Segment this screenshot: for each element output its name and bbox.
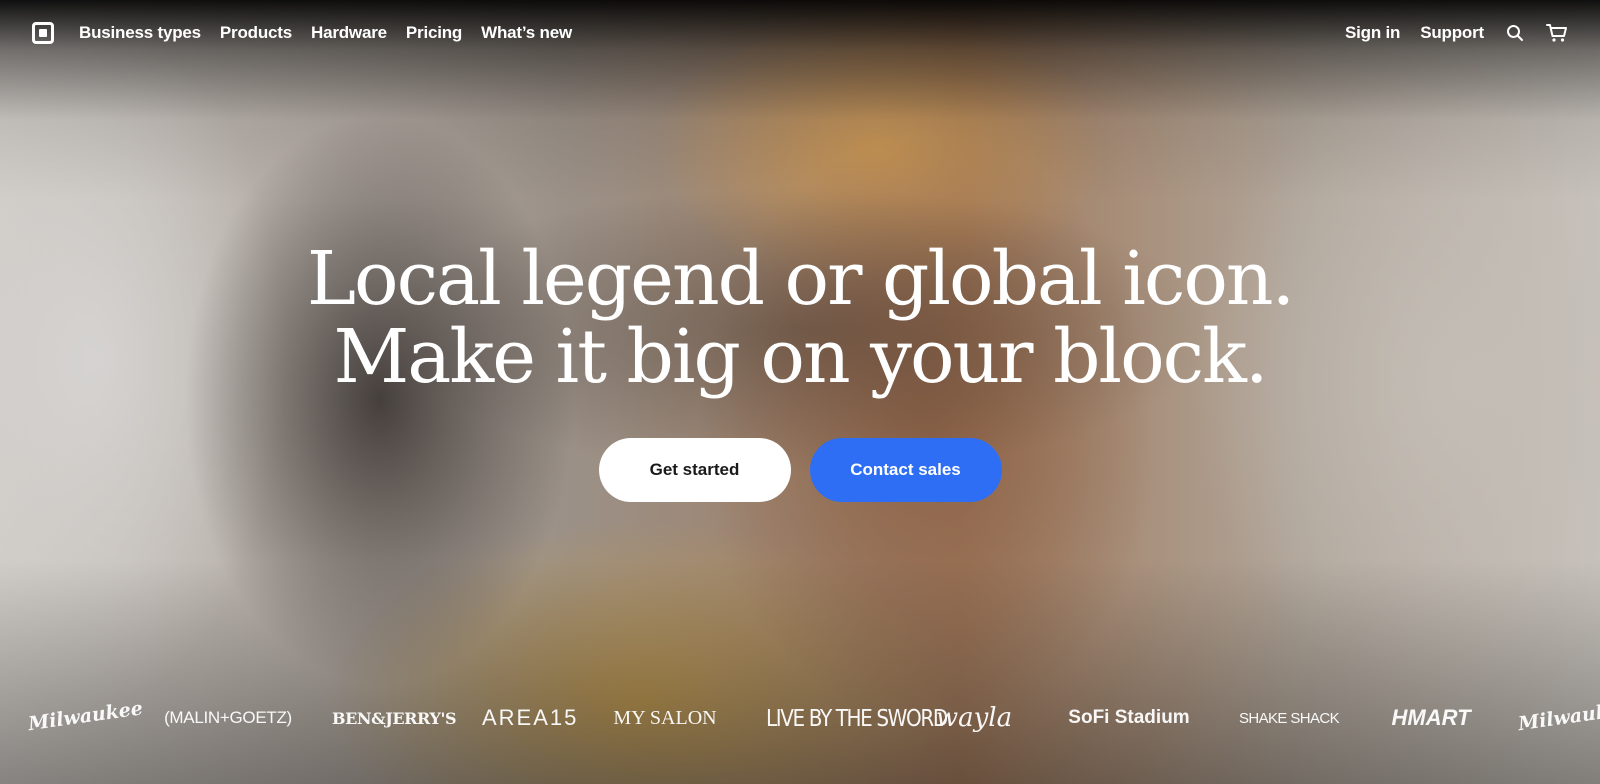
get-started-button[interactable]: Get started xyxy=(598,438,791,502)
sign-in-link[interactable]: Sign in xyxy=(1345,23,1400,43)
brand-logo-shake-shack: SHAKE SHACK xyxy=(1238,709,1340,727)
brand-logo-area15: AREA15 xyxy=(482,705,579,730)
brand-logo-milwaukee-repeat: Milwaukee xyxy=(1516,697,1600,736)
nav-right: Sign in Support xyxy=(1325,23,1568,43)
brand-logo-malin-goetz: (MALIN+GOETZ) xyxy=(164,708,292,727)
top-navigation: Business types Products Hardware Pricing… xyxy=(0,0,1600,66)
brand-logo-hmart: HMART xyxy=(1391,705,1471,730)
brand-logo-milwaukee: Milwaukee xyxy=(26,697,145,736)
brand-logo-sofi-stadium: SoFi Stadium xyxy=(1068,707,1190,728)
brand-logo-live-by-the-sword: LIVE BY THE SWORD xyxy=(766,704,948,732)
nav-left: Business types Products Hardware Pricing… xyxy=(32,22,591,44)
brand-logo-carousel: Milwaukee (MALIN+GOETZ) BEN&JERRY'S AREA… xyxy=(0,688,1600,748)
nav-link-hardware[interactable]: Hardware xyxy=(311,23,387,43)
contact-sales-button[interactable]: Contact sales xyxy=(809,438,1002,502)
hero-headline-line-2: Make it big on your block. xyxy=(333,314,1269,400)
hero-headline: Local legend or global icon. Make it big… xyxy=(0,240,1600,396)
cta-row: Get started Contact sales xyxy=(0,438,1600,502)
search-icon[interactable] xyxy=(1506,24,1524,42)
cart-icon[interactable] xyxy=(1546,23,1568,43)
nav-link-products[interactable]: Products xyxy=(220,23,292,43)
square-logo-inner xyxy=(39,29,47,37)
support-link[interactable]: Support xyxy=(1420,23,1484,43)
nav-link-pricing[interactable]: Pricing xyxy=(406,23,462,43)
square-logo-icon[interactable] xyxy=(32,22,54,44)
nav-link-whats-new[interactable]: What’s new xyxy=(481,23,572,43)
hero-section: Local legend or global icon. Make it big… xyxy=(0,240,1600,502)
hero-headline-line-1: Local legend or global icon. xyxy=(306,236,1295,322)
nav-link-business-types[interactable]: Business types xyxy=(79,23,201,43)
brand-logo-wayla: wayla xyxy=(935,703,1013,733)
brand-logo-ben-and-jerrys: BEN&JERRY'S xyxy=(332,708,457,728)
brand-logo-my-salon: MY SALON xyxy=(613,706,717,729)
